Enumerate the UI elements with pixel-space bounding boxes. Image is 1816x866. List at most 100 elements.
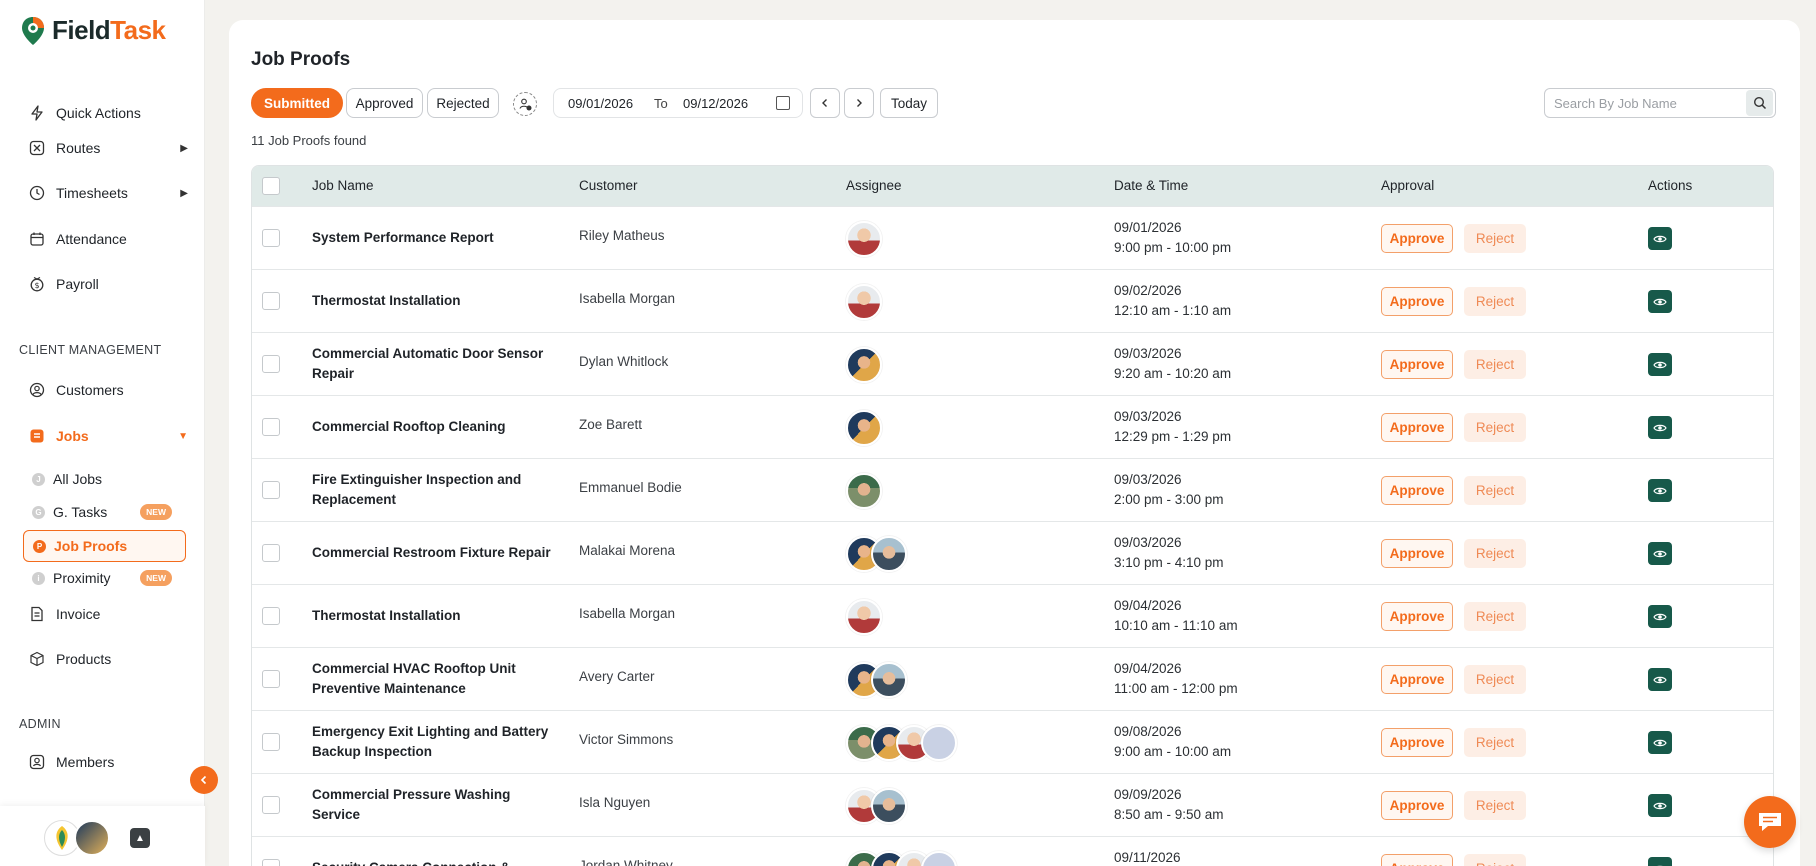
sidebar-item-routes[interactable]: Routes ▶ bbox=[28, 139, 188, 157]
view-proof-button[interactable] bbox=[1648, 542, 1672, 565]
view-proof-button[interactable] bbox=[1648, 416, 1672, 439]
select-all-checkbox[interactable] bbox=[262, 177, 280, 195]
job-name[interactable]: Fire Extinguisher Inspection and Replace… bbox=[312, 470, 562, 510]
user-avatar[interactable] bbox=[74, 820, 110, 856]
reject-button[interactable]: Reject bbox=[1464, 791, 1526, 820]
sidebar-item-jobs[interactable]: Jobs ▼ bbox=[28, 427, 188, 445]
approve-button[interactable]: Approve bbox=[1381, 602, 1453, 631]
row-checkbox[interactable] bbox=[262, 544, 280, 562]
assignee-avatar[interactable] bbox=[921, 851, 957, 866]
assignee-avatar[interactable] bbox=[871, 536, 907, 572]
collapse-sidebar-button[interactable] bbox=[190, 766, 218, 794]
app-logo[interactable]: FieldTask bbox=[20, 15, 166, 46]
date-to[interactable]: 09/12/2026 bbox=[683, 96, 748, 111]
row-checkbox[interactable] bbox=[262, 418, 280, 436]
job-name[interactable]: Emergency Exit Lighting and Battery Back… bbox=[312, 722, 562, 762]
row-checkbox[interactable] bbox=[262, 229, 280, 247]
view-proof-button[interactable] bbox=[1648, 731, 1672, 754]
job-name[interactable]: Commercial HVAC Rooftop Unit Preventive … bbox=[312, 659, 562, 699]
assignee-avatar[interactable] bbox=[846, 473, 882, 509]
assignee-filter-button[interactable] bbox=[513, 92, 537, 116]
assignee-avatar[interactable] bbox=[871, 788, 907, 824]
date-from[interactable]: 09/01/2026 bbox=[568, 96, 633, 111]
tab-approved[interactable]: Approved bbox=[346, 88, 423, 118]
tab-submitted[interactable]: Submitted bbox=[251, 88, 343, 118]
approve-button[interactable]: Approve bbox=[1381, 791, 1453, 820]
view-proof-button[interactable] bbox=[1648, 290, 1672, 313]
sidebar-subitem-all-jobs[interactable]: J All Jobs bbox=[32, 471, 182, 487]
job-name[interactable]: Commercial Automatic Door Sensor Repair bbox=[312, 344, 562, 384]
approve-button[interactable]: Approve bbox=[1381, 350, 1453, 379]
assignee-avatar[interactable] bbox=[871, 662, 907, 698]
sidebar-item-invoice[interactable]: Invoice bbox=[28, 605, 188, 623]
table-row[interactable]: Security Camera Connection & Jordan Whit… bbox=[252, 836, 1773, 866]
assignee-avatar[interactable] bbox=[846, 347, 882, 383]
header-customer[interactable]: Customer bbox=[579, 178, 819, 193]
reject-button[interactable]: Reject bbox=[1464, 287, 1526, 316]
chevron-up-icon[interactable]: ▲ bbox=[130, 828, 150, 848]
table-row[interactable]: Commercial Restroom Fixture Repair Malak… bbox=[252, 521, 1773, 584]
view-proof-button[interactable] bbox=[1648, 353, 1672, 376]
calendar-icon[interactable] bbox=[776, 96, 790, 110]
assignee-avatar[interactable] bbox=[846, 410, 882, 446]
search-button[interactable] bbox=[1746, 90, 1773, 116]
approve-button[interactable]: Approve bbox=[1381, 728, 1453, 757]
next-range-button[interactable] bbox=[844, 88, 874, 118]
approve-button[interactable]: Approve bbox=[1381, 854, 1453, 866]
table-row[interactable]: Commercial Pressure Washing Service Isla… bbox=[252, 773, 1773, 836]
approve-button[interactable]: Approve bbox=[1381, 413, 1453, 442]
chat-support-button[interactable] bbox=[1744, 796, 1796, 848]
row-checkbox[interactable] bbox=[262, 355, 280, 373]
row-checkbox[interactable] bbox=[262, 796, 280, 814]
previous-range-button[interactable] bbox=[810, 88, 840, 118]
approve-button[interactable]: Approve bbox=[1381, 476, 1453, 505]
job-name[interactable]: Thermostat Installation bbox=[312, 291, 562, 311]
sidebar-item-products[interactable]: Products bbox=[28, 650, 188, 668]
sidebar-subitem-proximity[interactable]: i Proximity NEW bbox=[32, 570, 182, 586]
reject-button[interactable]: Reject bbox=[1464, 224, 1526, 253]
sidebar-item-quick-actions[interactable]: Quick Actions bbox=[28, 104, 188, 122]
sidebar-item-members[interactable]: Members bbox=[28, 753, 188, 771]
reject-button[interactable]: Reject bbox=[1464, 350, 1526, 379]
sidebar-item-payroll[interactable]: $ Payroll bbox=[28, 275, 188, 293]
search-input[interactable] bbox=[1544, 88, 1776, 118]
job-name[interactable]: System Performance Report bbox=[312, 228, 562, 248]
assignee-avatar[interactable] bbox=[921, 725, 957, 761]
table-row[interactable]: Commercial Automatic Door Sensor Repair … bbox=[252, 332, 1773, 395]
assignee-avatar[interactable] bbox=[846, 221, 882, 257]
reject-button[interactable]: Reject bbox=[1464, 539, 1526, 568]
sidebar-subitem-job-proofs[interactable]: P Job Proofs bbox=[23, 530, 186, 562]
view-proof-button[interactable] bbox=[1648, 857, 1672, 866]
reject-button[interactable]: Reject bbox=[1464, 602, 1526, 631]
reject-button[interactable]: Reject bbox=[1464, 476, 1526, 505]
table-row[interactable]: Commercial HVAC Rooftop Unit Preventive … bbox=[252, 647, 1773, 710]
job-name[interactable]: Commercial Restroom Fixture Repair bbox=[312, 543, 562, 563]
view-proof-button[interactable] bbox=[1648, 605, 1672, 628]
sidebar-item-customers[interactable]: Customers bbox=[28, 381, 188, 399]
reject-button[interactable]: Reject bbox=[1464, 413, 1526, 442]
approve-button[interactable]: Approve bbox=[1381, 539, 1453, 568]
reject-button[interactable]: Reject bbox=[1464, 728, 1526, 757]
approve-button[interactable]: Approve bbox=[1381, 665, 1453, 694]
sidebar-item-timesheets[interactable]: Timesheets ▶ bbox=[28, 184, 188, 202]
table-row[interactable]: System Performance Report Riley Matheus … bbox=[252, 206, 1773, 269]
job-name[interactable]: Commercial Rooftop Cleaning bbox=[312, 417, 562, 437]
job-name[interactable]: Thermostat Installation bbox=[312, 606, 562, 626]
tab-rejected[interactable]: Rejected bbox=[427, 88, 499, 118]
row-checkbox[interactable] bbox=[262, 859, 280, 866]
table-row[interactable]: Fire Extinguisher Inspection and Replace… bbox=[252, 458, 1773, 521]
sidebar-subitem-g-tasks[interactable]: G G. Tasks NEW bbox=[32, 504, 182, 520]
sidebar-item-attendance[interactable]: Attendance bbox=[28, 230, 188, 248]
reject-button[interactable]: Reject bbox=[1464, 854, 1526, 866]
approve-button[interactable]: Approve bbox=[1381, 224, 1453, 253]
job-name[interactable]: Commercial Pressure Washing Service bbox=[312, 785, 562, 825]
table-row[interactable]: Thermostat Installation Isabella Morgan … bbox=[252, 269, 1773, 332]
view-proof-button[interactable] bbox=[1648, 794, 1672, 817]
assignee-avatar[interactable] bbox=[846, 599, 882, 635]
row-checkbox[interactable] bbox=[262, 292, 280, 310]
table-row[interactable]: Commercial Rooftop Cleaning Zoe Barett 0… bbox=[252, 395, 1773, 458]
view-proof-button[interactable] bbox=[1648, 479, 1672, 502]
row-checkbox[interactable] bbox=[262, 733, 280, 751]
row-checkbox[interactable] bbox=[262, 607, 280, 625]
reject-button[interactable]: Reject bbox=[1464, 665, 1526, 694]
